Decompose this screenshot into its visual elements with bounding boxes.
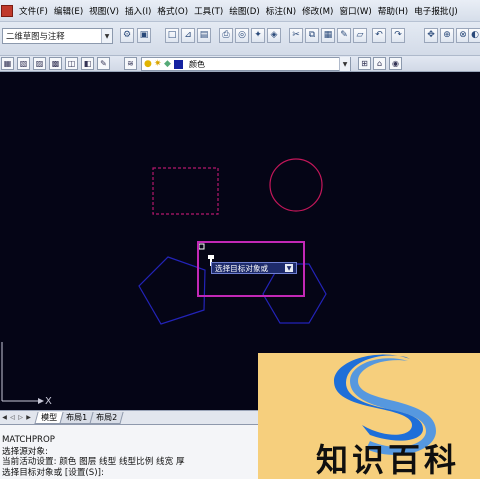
standard-toolbar: 二维草图与注释 ▼ ⚙ ▣ □ ⊿ ▤ ⎙ ◎ ✦ ◈ ✂ ⧉ ▦ ✎ ▱ ↶ … (0, 22, 480, 56)
plot-icon[interactable]: ◈ (267, 28, 281, 43)
copy-icon[interactable]: ⧉ (305, 28, 319, 43)
open-file-icon[interactable]: ⊿ (181, 28, 195, 43)
menu-e-submit[interactable]: 电子报批(J) (411, 5, 461, 17)
tooltip-options-icon[interactable]: ▼ (285, 264, 293, 272)
pentagon-shape[interactable] (138, 256, 206, 325)
tooltip-text: 选择目标对象或 (215, 263, 269, 273)
match-properties-icon[interactable]: ✎ (337, 28, 351, 43)
lightbulb-icon: ● (144, 59, 152, 69)
layer-state-icon[interactable]: ▧ (17, 57, 30, 70)
tab-layout2[interactable]: 布局2 (89, 411, 124, 424)
menu-format[interactable]: 格式(O) (154, 5, 191, 17)
command-history-line: MATCHPROP (2, 435, 55, 445)
workspace-save-icon[interactable]: ▣ (137, 28, 151, 43)
layer-off-icon[interactable]: ◉ (389, 57, 402, 70)
last-tab-icon[interactable]: ▶ (25, 413, 32, 423)
save-icon[interactable]: ▤ (197, 28, 211, 43)
layer-copy-icon[interactable]: ◫ (65, 57, 78, 70)
menu-view[interactable]: 视图(V) (86, 5, 122, 17)
menu-file[interactable]: 文件(F) (16, 5, 51, 17)
circle-shape[interactable] (269, 158, 323, 212)
layer-stack-icon[interactable]: ≋ (124, 57, 137, 70)
layer-manager-icon[interactable]: ▦ (1, 57, 14, 70)
layer-edit-icon[interactable]: ✎ (97, 57, 110, 70)
chevron-down-icon[interactable]: ▼ (101, 29, 112, 43)
menu-modify[interactable]: 修改(M) (299, 5, 336, 17)
dashed-rectangle[interactable] (152, 167, 219, 215)
menu-draw[interactable]: 绘图(D) (226, 5, 263, 17)
command-prompt: 选择目标对象或 [设置(S)]: (2, 468, 104, 478)
next-tab-icon[interactable]: ▷ (17, 413, 24, 423)
print-icon[interactable]: ⎙ (219, 28, 233, 43)
layer-previous-icon[interactable]: ▨ (33, 57, 46, 70)
paste-icon[interactable]: ▦ (321, 28, 335, 43)
tab-layout1[interactable]: 布局1 (59, 411, 94, 424)
workspace-settings-icon[interactable]: ⚙ (120, 28, 134, 43)
zoom-previous-icon[interactable]: ◐ (468, 28, 480, 43)
layers-toolbar: ▦ ▧ ▨ ▩ ◫ ◧ ✎ ≋ ● ✷ ◆ 颜色 ▼ ⊞ ⌂ ◉ (0, 56, 480, 72)
layer-select[interactable]: ● ✷ ◆ 颜色 ▼ (141, 57, 351, 71)
cad-window: 文件(F) 编辑(E) 视图(V) 插入(I) 格式(O) 工具(T) 绘图(D… (0, 0, 480, 479)
menu-tools[interactable]: 工具(T) (191, 5, 226, 17)
menu-insert[interactable]: 插入(I) (122, 5, 154, 17)
menu-edit[interactable]: 编辑(E) (51, 5, 86, 17)
redo-icon[interactable]: ↷ (391, 28, 405, 43)
ucs-arrow-icon (38, 398, 44, 404)
print-preview-icon[interactable]: ◎ (235, 28, 249, 43)
layer-color-swatch (174, 59, 183, 69)
pan-icon[interactable]: ✥ (424, 28, 438, 43)
new-file-icon[interactable]: □ (165, 28, 179, 43)
lock-icon: ◆ (164, 59, 171, 69)
prev-tab-icon[interactable]: ◁ (9, 413, 16, 423)
layer-current-icon[interactable]: ⊞ (358, 57, 371, 70)
workspace-value: 二维草图与注释 (6, 31, 65, 41)
menu-bar: 文件(F) 编辑(E) 视图(V) 插入(I) 格式(O) 工具(T) 绘图(D… (0, 0, 480, 22)
menu-window[interactable]: 窗口(W) (336, 5, 374, 17)
publish-icon[interactable]: ✦ (251, 28, 265, 43)
cut-icon[interactable]: ✂ (289, 28, 303, 43)
ucs-x-label: X (45, 396, 52, 407)
block-editor-icon[interactable]: ▱ (353, 28, 367, 43)
zoom-realtime-icon[interactable]: ⊕ (440, 28, 454, 43)
first-tab-icon[interactable]: ◀ (1, 413, 8, 423)
layer-iso-icon[interactable]: ▩ (49, 57, 62, 70)
dynamic-input-tooltip: 选择目标对象或 ▼ (211, 262, 297, 274)
layer-freeze-icon[interactable]: ⌂ (373, 57, 386, 70)
watermark-overlay: 知识百科 (258, 353, 480, 479)
menu-help[interactable]: 帮助(H) (375, 5, 411, 17)
menu-dimension[interactable]: 标注(N) (263, 5, 299, 17)
sun-icon: ✷ (154, 59, 162, 69)
watermark-text: 知识百科 (316, 441, 461, 479)
undo-icon[interactable]: ↶ (372, 28, 386, 43)
app-icon[interactable] (1, 4, 13, 17)
layer-match-icon[interactable]: ◧ (81, 57, 94, 70)
workspace-select[interactable]: 二维草图与注释 ▼ (2, 28, 113, 44)
layer-value: 颜色 (189, 59, 205, 69)
chevron-down-icon[interactable]: ▼ (339, 57, 350, 71)
